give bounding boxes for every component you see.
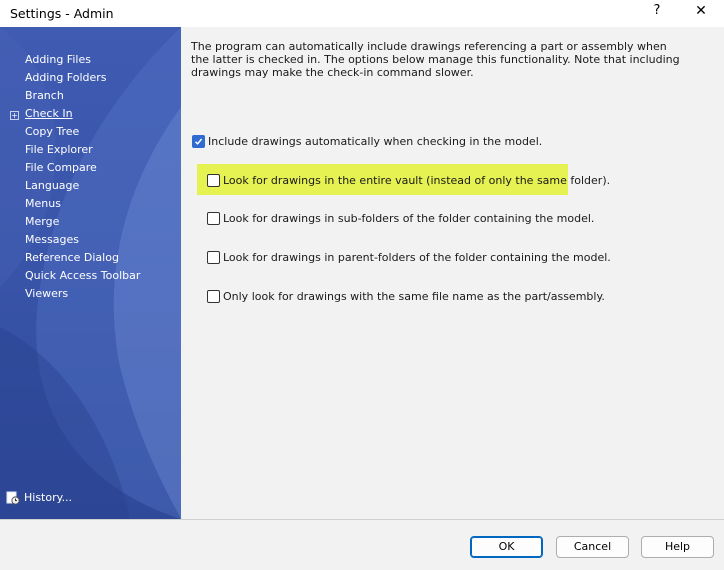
option-parent-folders[interactable]: Look for drawings in parent-folders of t… bbox=[207, 250, 611, 265]
sidebar-item-check-in[interactable]: Check In bbox=[25, 107, 73, 121]
sidebar-item-messages[interactable]: Messages bbox=[25, 233, 79, 247]
sidebar-item-language[interactable]: Language bbox=[25, 179, 79, 193]
sub-folders-checkbox[interactable] bbox=[207, 211, 220, 225]
parent-folders-checkbox[interactable] bbox=[207, 250, 220, 264]
option-same-file-name[interactable]: Only look for drawings with the same fil… bbox=[207, 289, 605, 304]
same-file-name-label: Only look for drawings with the same fil… bbox=[223, 290, 605, 303]
close-icon[interactable]: ✕ bbox=[690, 3, 712, 23]
help-button[interactable]: Help bbox=[641, 536, 714, 558]
sidebar-item-adding-folders[interactable]: Adding Folders bbox=[25, 71, 107, 85]
sidebar: Adding Files Adding Folders Branch + Che… bbox=[0, 27, 181, 519]
sidebar-item-reference-dialog[interactable]: Reference Dialog bbox=[25, 251, 119, 265]
dialog-footer: OK Cancel Help bbox=[0, 519, 724, 570]
option-sub-folders[interactable]: Look for drawings in sub-folders of the … bbox=[207, 211, 595, 226]
settings-content: The program can automatically include dr… bbox=[181, 27, 724, 519]
window-title: Settings - Admin bbox=[10, 6, 114, 21]
entire-vault-label: Look for drawings in the entire vault (i… bbox=[223, 174, 611, 187]
include-drawings-label: Include drawings automatically when chec… bbox=[208, 135, 543, 148]
sidebar-item-file-explorer[interactable]: File Explorer bbox=[25, 143, 93, 157]
sidebar-item-copy-tree[interactable]: Copy Tree bbox=[25, 125, 79, 139]
ok-button[interactable]: OK bbox=[470, 536, 543, 558]
expand-icon[interactable]: + bbox=[10, 111, 19, 120]
description-text: The program can automatically include dr… bbox=[191, 40, 680, 79]
option-include-drawings[interactable]: Include drawings automatically when chec… bbox=[192, 134, 543, 149]
title-bar: Settings - Admin ? ✕ bbox=[0, 0, 724, 27]
sidebar-item-merge[interactable]: Merge bbox=[25, 215, 59, 229]
help-icon[interactable]: ? bbox=[648, 3, 666, 23]
history-icon bbox=[6, 491, 20, 505]
parent-folders-label: Look for drawings in parent-folders of t… bbox=[223, 251, 611, 264]
same-file-name-checkbox[interactable] bbox=[207, 289, 220, 303]
history-link[interactable]: History... bbox=[6, 491, 72, 505]
history-label: History... bbox=[24, 491, 73, 504]
sidebar-item-menus[interactable]: Menus bbox=[25, 197, 61, 211]
cancel-button[interactable]: Cancel bbox=[556, 536, 629, 558]
sidebar-item-quick-access-toolbar[interactable]: Quick Access Toolbar bbox=[25, 269, 140, 283]
checkmark-icon bbox=[194, 138, 203, 145]
sidebar-item-branch[interactable]: Branch bbox=[25, 89, 64, 103]
sidebar-item-file-compare[interactable]: File Compare bbox=[25, 161, 97, 175]
sidebar-item-viewers[interactable]: Viewers bbox=[25, 287, 68, 301]
option-entire-vault[interactable]: Look for drawings in the entire vault (i… bbox=[207, 173, 611, 188]
sidebar-item-adding-files[interactable]: Adding Files bbox=[25, 53, 91, 67]
include-drawings-checkbox[interactable] bbox=[192, 134, 205, 148]
entire-vault-checkbox[interactable] bbox=[207, 173, 220, 187]
sub-folders-label: Look for drawings in sub-folders of the … bbox=[223, 212, 595, 225]
